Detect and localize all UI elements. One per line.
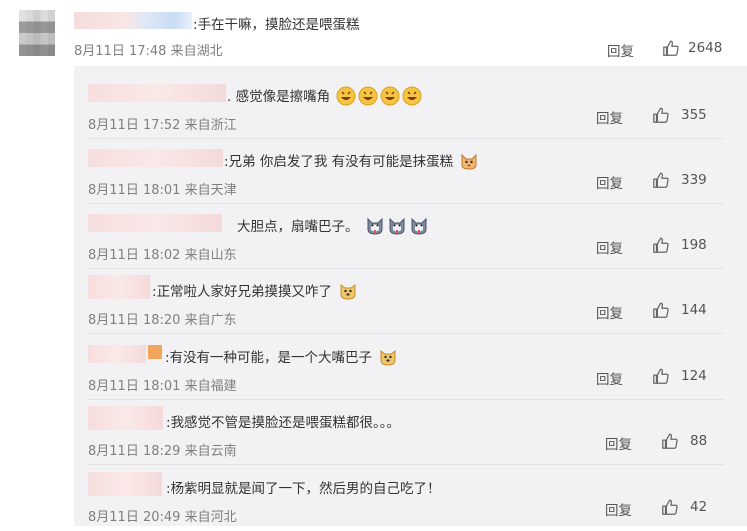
reply-button[interactable]: 回复: [596, 302, 623, 322]
reply-item: :杨紫明显就是闻了一下，然后男的自己吃了！ 8月11日 20:49 来自河北 回…: [74, 466, 735, 531]
reply-location: 来自浙江: [184, 118, 237, 133]
like-count: 2648: [688, 40, 723, 56]
reply-text: :正常啦人家好兄弟摸摸又咋了: [152, 280, 358, 301]
grinning-sweat-face-icon: [336, 86, 356, 106]
username-redacted[interactable]: [88, 149, 223, 167]
username-redacted[interactable]: [88, 84, 226, 102]
username-redacted[interactable]: [88, 472, 162, 496]
comment-text: :手在干嘛，摸脸还是喂蛋糕: [193, 13, 360, 33]
reply-date: 8月11日 20:49: [88, 510, 181, 525]
thumbs-up-icon[interactable]: [661, 432, 679, 450]
reply-text: :杨紫明显就是闻了一下，然后男的自己吃了！: [166, 477, 441, 497]
doge-icon: [380, 350, 396, 366]
reply-body: 感觉像是擦嘴角: [235, 89, 331, 105]
reply-body: 大胆点，扇嘴巴子。: [237, 219, 359, 235]
like-count: 42: [690, 499, 708, 515]
comment-body: 手在干嘛，摸脸还是喂蛋糕: [197, 17, 360, 33]
username-redacted-accent: [148, 345, 162, 359]
reply-meta: 8月11日 18:29 来自云南: [88, 440, 237, 459]
husky-dog-icon: [411, 217, 427, 235]
thumbs-up-icon[interactable]: [652, 171, 670, 189]
reply-body: 有没有一种可能，是一个大嘴巴子: [169, 350, 373, 366]
thumbs-up-icon[interactable]: [662, 39, 680, 57]
husky-dog-icon: [389, 217, 405, 235]
like-count: 198: [681, 237, 707, 253]
reply-button[interactable]: 回复: [607, 40, 634, 60]
reply-text: :兄弟 你启发了我 有没有可能是抹蛋糕: [224, 150, 479, 171]
reply-meta: 8月11日 18:20 来自广东: [88, 309, 237, 328]
reply-text: . 感觉像是擦嘴角: [227, 85, 422, 106]
reply-item: . 感觉像是擦嘴角 8月11日 17:52 来自浙江 回复 355: [74, 74, 735, 139]
reply-item: :有没有一种可能，是一个大嘴巴子 8月11日 18:01 来自福建 回复 124: [74, 335, 735, 400]
reply-button[interactable]: 回复: [596, 237, 623, 257]
reply-item: :正常啦人家好兄弟摸摸又咋了 8月11日 18:20 来自广东 回复 144: [74, 269, 735, 334]
reply-button[interactable]: 回复: [596, 107, 623, 127]
thumbs-up-icon[interactable]: [661, 498, 679, 516]
username-redacted[interactable]: [88, 345, 146, 363]
reply-body: 我感觉不管是摸脸还是喂蛋糕都很。。。: [170, 415, 401, 431]
grinning-sweat-face-icon: [380, 86, 400, 106]
divider: [88, 464, 725, 465]
thumbs-up-icon[interactable]: [652, 301, 670, 319]
reply-location: 来自云南: [184, 444, 237, 459]
comment-meta: 8月11日 17:48 来自湖北: [74, 40, 223, 59]
reply-button[interactable]: 回复: [596, 172, 623, 192]
reply-meta: 8月11日 18:01 来自福建: [88, 375, 237, 394]
reply-location: 来自山东: [184, 248, 237, 263]
thumbs-up-icon[interactable]: [652, 106, 670, 124]
reply-date: 8月11日 18:20: [88, 313, 181, 328]
like-count: 339: [681, 172, 707, 188]
reply-date: 8月11日 18:01: [88, 183, 181, 198]
reply-body: 兄弟 你启发了我 有没有可能是抹蛋糕: [228, 154, 454, 170]
reply-date: 8月11日 18:02: [88, 248, 181, 263]
husky-dog-icon: [367, 217, 383, 235]
like-count: 124: [681, 368, 707, 384]
username-redacted[interactable]: [88, 214, 222, 232]
like-count: 144: [681, 302, 707, 318]
reply-item: :兄弟 你启发了我 有没有可能是抹蛋糕 8月11日 18:01 来自天津 回复 …: [74, 139, 735, 204]
reply-location: 来自广东: [184, 313, 237, 328]
reply-button[interactable]: 回复: [605, 499, 632, 519]
reply-button[interactable]: 回复: [596, 368, 623, 388]
divider: [88, 333, 725, 334]
reply-meta: 8月11日 20:49 来自河北: [88, 506, 237, 525]
cat-icon: [461, 153, 477, 170]
reply-text: :有没有一种可能，是一个大嘴巴子: [165, 346, 398, 367]
reply-body: 正常啦人家好兄弟摸摸又咋了: [156, 284, 333, 300]
reply-meta: 8月11日 18:01 来自天津: [88, 179, 237, 198]
reply-button[interactable]: 回复: [605, 433, 632, 453]
reply-location: 来自福建: [184, 379, 237, 394]
grinning-sweat-face-icon: [402, 86, 422, 106]
reply-location: 来自河北: [184, 510, 237, 525]
thumbs-up-icon[interactable]: [652, 236, 670, 254]
reply-date: 8月11日 18:29: [88, 444, 181, 459]
avatar[interactable]: [19, 10, 55, 56]
reply-date: 8月11日 18:01: [88, 379, 181, 394]
reply-meta: 8月11日 17:52 来自浙江: [88, 114, 237, 133]
reply-item: :我感觉不管是摸脸还是喂蛋糕都很。。。 8月11日 18:29 来自云南 回复 …: [74, 400, 735, 465]
doge-icon: [340, 284, 356, 300]
reply-location: 来自天津: [184, 183, 237, 198]
reply-text: :我感觉不管是摸脸还是喂蛋糕都很。。。: [166, 411, 400, 431]
like-count: 355: [681, 107, 707, 123]
username-redacted[interactable]: [88, 406, 163, 430]
comment-location: 来自湖北: [170, 44, 223, 59]
username-redacted[interactable]: [74, 12, 192, 29]
reply-item: 大胆点，扇嘴巴子。 8月11日 18:02 来自山东 回复 198: [74, 204, 735, 269]
like-count: 88: [690, 433, 708, 449]
reply-text: 大胆点，扇嘴巴子。: [237, 215, 429, 236]
reply-meta: 8月11日 18:02 来自山东: [88, 244, 237, 263]
grinning-sweat-face-icon: [358, 86, 378, 106]
thumbs-up-icon[interactable]: [652, 367, 670, 385]
reply-body: 杨紫明显就是闻了一下，然后男的自己吃了！: [170, 481, 441, 497]
comment-date: 8月11日 17:48: [74, 44, 167, 59]
reply-prefix: .: [227, 89, 232, 105]
main-comment: :手在干嘛，摸脸还是喂蛋糕 8月11日 17:48 来自湖北 回复 2648: [0, 0, 747, 64]
reply-date: 8月11日 17:52: [88, 118, 181, 133]
username-redacted[interactable]: [88, 275, 150, 299]
